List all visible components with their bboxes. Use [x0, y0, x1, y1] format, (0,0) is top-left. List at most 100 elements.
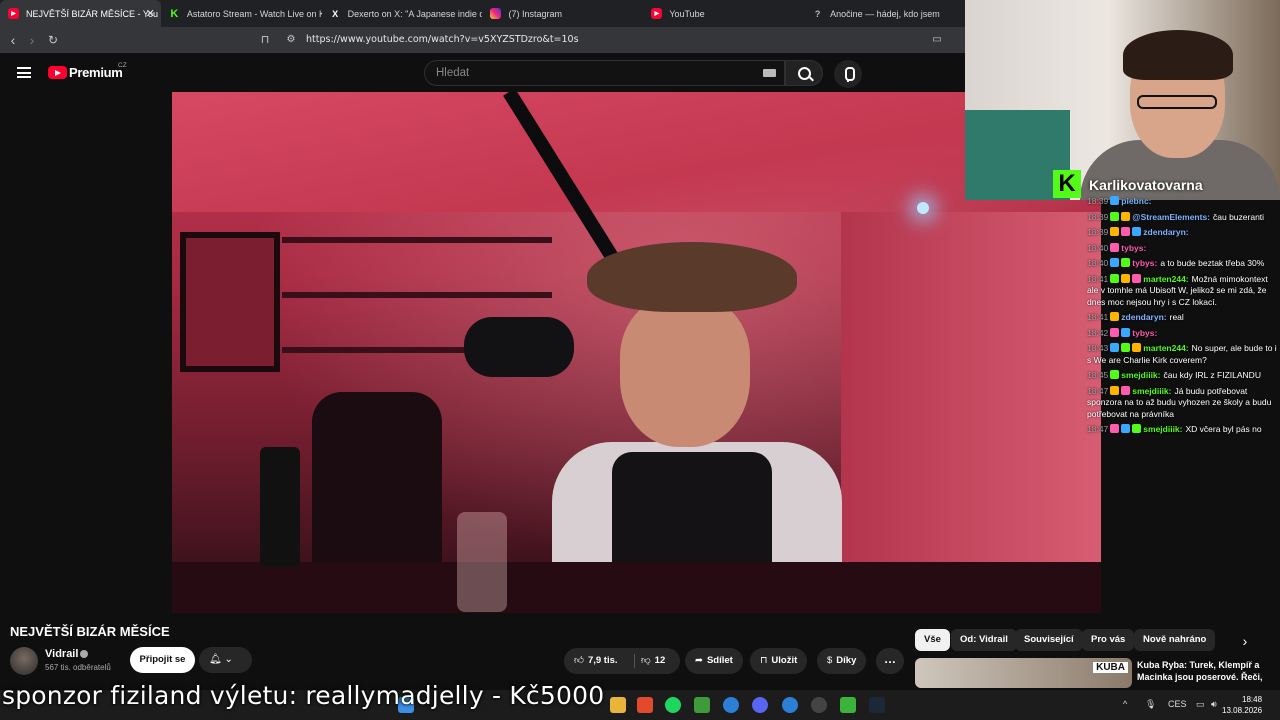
chat-badge-icon: [1110, 227, 1120, 236]
address-bar[interactable]: https://www.youtube.com/watch?v=v5XYZSTD…: [280, 31, 920, 49]
recommended-title[interactable]: Kuba Ryba: Turek, Klempíř a Macinka jsou…: [1137, 659, 1277, 683]
picture-in-picture-icon[interactable]: ▭: [928, 31, 946, 49]
chat-username[interactable]: @StreamElements:: [1132, 212, 1210, 222]
chat-badge-icon: [1121, 343, 1131, 352]
bookmark-icon: ⊓: [760, 655, 768, 666]
spotify-icon[interactable]: [665, 697, 681, 713]
app-icon[interactable]: [811, 697, 827, 713]
back-icon[interactable]: ‹: [4, 31, 22, 49]
file-explorer-icon[interactable]: [610, 697, 626, 713]
more-actions-icon[interactable]: …: [876, 648, 904, 674]
dislike-button[interactable]: 👎︎ 12: [641, 648, 665, 674]
minecraft-icon[interactable]: [840, 697, 856, 713]
join-button[interactable]: Připojit se: [130, 647, 195, 673]
chat-username[interactable]: smejdiiik:: [1121, 370, 1160, 380]
share-button[interactable]: ➦ Sdílet: [685, 648, 743, 674]
chat-username[interactable]: tybys:: [1121, 243, 1146, 253]
chat-badge-icon: [1110, 242, 1120, 252]
tab-youtube-video[interactable]: ▶ NEJVĚTŠÍ BIZÁR MĚSÍCE - You ✕: [0, 0, 161, 27]
x-icon: X: [332, 8, 339, 19]
chat-message: 18:39 piebnc:: [1087, 196, 1280, 208]
browser-icon[interactable]: [637, 697, 653, 713]
voice-search-button[interactable]: [834, 60, 862, 88]
chip-recent[interactable]: Nově nahráno: [1134, 629, 1216, 651]
tray-mic-icon[interactable]: 🎙︎: [1145, 699, 1156, 710]
chat-username[interactable]: marten244:: [1143, 274, 1188, 284]
youtube-logo-icon[interactable]: [48, 66, 67, 79]
steam-icon[interactable]: [869, 697, 885, 713]
tab-instagram[interactable]: (7) Instagram: [482, 0, 643, 27]
search-button[interactable]: [785, 60, 823, 86]
app-icon[interactable]: [723, 697, 739, 713]
network-icon[interactable]: ▭: [1196, 699, 1205, 710]
chip-all[interactable]: Vše: [915, 629, 950, 651]
clock-time: 18:48: [1242, 695, 1263, 704]
question-icon: ?: [814, 8, 821, 19]
tab-youtube[interactable]: ▶ YouTube: [643, 0, 804, 27]
volume-icon[interactable]: 🔊︎: [1211, 699, 1217, 710]
chat-username[interactable]: smejdiiik:: [1143, 424, 1182, 434]
thumbs-down-icon: 👎︎: [641, 655, 651, 666]
channel-name[interactable]: Vidrail: [45, 648, 78, 660]
like-dislike-group: 👍︎ 7,9 tis. 👎︎ 12: [564, 648, 680, 674]
discord-icon[interactable]: [752, 697, 768, 713]
chat-badge-icon: [1121, 327, 1131, 337]
tab-anocine[interactable]: ? Anočine — hádej, kdo jsem: [804, 0, 965, 27]
chat-timestamp: 18:39: [1087, 227, 1109, 237]
taskbar-clock[interactable]: 18:48 13.08.2026: [1222, 694, 1262, 716]
search-input[interactable]: Hledat: [424, 60, 785, 86]
chat-message: 18:39 zdendaryn:: [1087, 227, 1280, 239]
channel-avatar[interactable]: [10, 647, 38, 675]
chat-username[interactable]: zdendaryn:: [1121, 312, 1166, 322]
bookmark-icon[interactable]: ⊓: [256, 31, 274, 49]
chat-message: 18:40 tybys: a to bude beztak třeba 30%: [1087, 258, 1280, 270]
video-frame-light: [917, 202, 929, 214]
chat-username[interactable]: tybys:: [1132, 258, 1157, 268]
keyboard-icon[interactable]: [763, 69, 776, 77]
video-title: NEJVĚTŠÍ BIZÁR MĚSÍCE: [10, 624, 170, 639]
chat-username[interactable]: zdendaryn:: [1143, 227, 1188, 237]
save-button[interactable]: ⊓ Uložit: [750, 648, 808, 674]
video-frame-microphone: [464, 317, 574, 377]
thanks-button[interactable]: $ Díky: [817, 648, 867, 674]
reload-icon[interactable]: ↻: [44, 31, 62, 49]
chat-username[interactable]: piebnc:: [1121, 196, 1151, 206]
kick-icon: K: [170, 7, 179, 20]
menu-icon[interactable]: [17, 67, 31, 78]
tab-label: YouTube: [669, 8, 705, 19]
chat-message: 18:40 tybys:: [1087, 242, 1280, 255]
notification-bell-button[interactable]: 🔔︎ ⌄: [199, 647, 252, 673]
chat-message: 18:45 smejdiiik: čau kdy IRL z FIZILANDU: [1087, 370, 1280, 382]
forward-icon[interactable]: ›: [23, 31, 41, 49]
thumbs-up-icon: 👍︎: [574, 655, 584, 666]
recommended-thumbnail[interactable]: KUBA: [915, 658, 1132, 688]
chat-badge-icon: [1121, 211, 1131, 221]
chip-for-you[interactable]: Pro vás: [1082, 629, 1135, 651]
chat-timestamp: 18:40: [1087, 242, 1109, 253]
brand-label[interactable]: Premium: [69, 65, 123, 80]
tab-x[interactable]: X Dexerto on X: "A Japanese indie dev: [322, 0, 482, 27]
tab-kick[interactable]: K Astatoro Stream - Watch Live on Kick: [161, 0, 321, 27]
chat-username[interactable]: tybys:: [1132, 328, 1157, 338]
verified-icon: [80, 650, 88, 658]
close-icon[interactable]: ✕: [146, 7, 155, 20]
thumbnail-text: KUBA: [1093, 662, 1128, 673]
chat-timestamp: 18:47: [1087, 385, 1109, 396]
like-count: 7,9 tis.: [587, 655, 618, 666]
chip-related[interactable]: Související: [1015, 629, 1083, 651]
chevron-right-icon[interactable]: ›: [1234, 630, 1256, 652]
video-player[interactable]: [172, 92, 1101, 613]
youtube-icon: ▶: [651, 8, 663, 19]
chat-timestamp: 18:41: [1087, 273, 1109, 284]
notepad-icon[interactable]: [694, 697, 710, 713]
video-frame-shelf: [282, 292, 552, 298]
chat-username[interactable]: marten244:: [1143, 343, 1188, 353]
chip-from-channel[interactable]: Od: Vidrail: [951, 629, 1017, 651]
tray-chevron-icon[interactable]: ^: [1123, 699, 1127, 709]
language-indicator[interactable]: CES: [1168, 699, 1187, 709]
app-icon[interactable]: [782, 697, 798, 713]
like-button[interactable]: 👍︎ 7,9 tis.: [574, 648, 618, 674]
chat-username[interactable]: smejdiiik:: [1132, 386, 1171, 396]
chat-badge-icon: [1132, 273, 1142, 283]
video-frame-desk: [172, 562, 1101, 613]
